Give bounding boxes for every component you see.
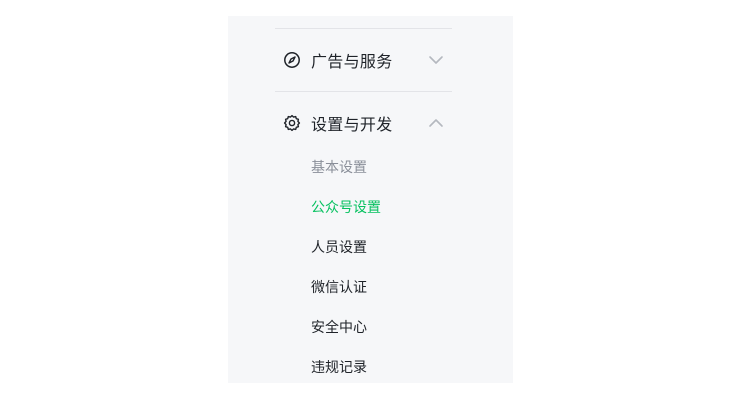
nav-section-label: 设置与开发 bbox=[311, 115, 393, 134]
chevron-down-icon[interactable] bbox=[428, 52, 444, 68]
nav-item-basic-settings[interactable]: 基本设置 bbox=[311, 158, 367, 178]
chevron-up-icon[interactable] bbox=[428, 115, 444, 131]
nav-section-settings-dev[interactable]: 设置与开发 bbox=[283, 111, 448, 135]
nav-item-violation-records[interactable]: 违规记录 bbox=[311, 358, 367, 378]
gear-icon bbox=[283, 114, 301, 132]
nav-item-account-settings[interactable]: 公众号设置 bbox=[311, 198, 381, 218]
side-nav-panel: 广告与服务 设置与开发 基本设置 公众号设置 人员设置 微信认证 安全中心 违规… bbox=[228, 16, 513, 383]
nav-divider bbox=[275, 91, 452, 92]
nav-item-wechat-verification[interactable]: 微信认证 bbox=[311, 278, 367, 298]
nav-item-security-center[interactable]: 安全中心 bbox=[311, 318, 367, 338]
compass-icon bbox=[283, 51, 301, 69]
nav-item-staff-settings[interactable]: 人员设置 bbox=[311, 238, 367, 258]
nav-section-ads-services[interactable]: 广告与服务 bbox=[283, 48, 448, 72]
nav-divider bbox=[275, 28, 452, 29]
nav-section-label: 广告与服务 bbox=[311, 52, 393, 71]
